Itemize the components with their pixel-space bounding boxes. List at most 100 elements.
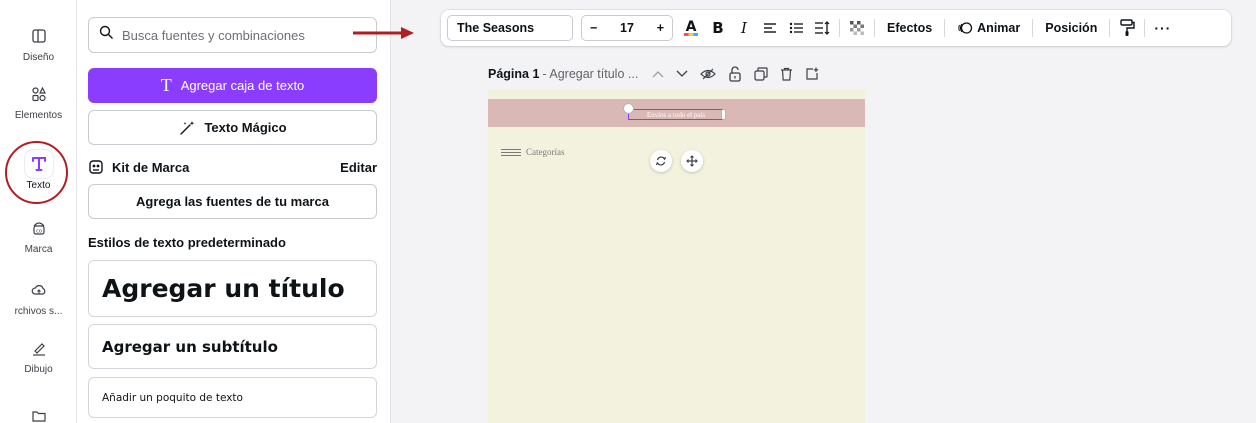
selected-text-element[interactable]: Envíos a todo el país bbox=[628, 109, 724, 120]
text-color-button[interactable]: A bbox=[677, 15, 705, 41]
effects-button[interactable]: Efectos bbox=[879, 15, 940, 41]
rail-item-archivos[interactable]: rchivos s... bbox=[0, 276, 77, 317]
chevron-up-icon[interactable] bbox=[652, 70, 664, 78]
text-color-icon: A bbox=[682, 18, 700, 38]
page-tools bbox=[652, 66, 819, 82]
folder-icon bbox=[25, 402, 53, 423]
add-body-text-card[interactable]: Añadir un poquito de texto bbox=[88, 377, 377, 418]
rail-item-dibujo[interactable]: Dibujo bbox=[0, 334, 77, 375]
copy-style-button[interactable] bbox=[1114, 15, 1140, 41]
rail-item-proyectos[interactable] bbox=[0, 402, 77, 423]
line-spacing-icon bbox=[814, 21, 830, 35]
bullet-list-icon bbox=[789, 22, 804, 34]
add-page-icon[interactable] bbox=[805, 67, 819, 81]
add-body-text-label: Añadir un poquito de texto bbox=[102, 391, 243, 404]
rotate-icon bbox=[655, 155, 667, 167]
transparency-button[interactable] bbox=[844, 15, 870, 41]
increase-size-button[interactable]: + bbox=[657, 21, 664, 35]
more-options-button[interactable]: ··· bbox=[1149, 15, 1176, 41]
font-family-dropdown[interactable]: The Seasons bbox=[447, 15, 573, 41]
magic-wand-icon bbox=[178, 120, 196, 136]
layout-icon bbox=[25, 22, 53, 50]
font-size-control: − 17 + bbox=[581, 15, 673, 41]
toolbar-divider bbox=[1032, 19, 1034, 37]
toolbar-divider bbox=[874, 19, 875, 37]
position-button[interactable]: Posición bbox=[1037, 15, 1105, 41]
brand-kit-icon bbox=[88, 159, 104, 175]
toolbar-divider bbox=[839, 19, 840, 37]
add-subheading-label: Agregar un subtítulo bbox=[102, 337, 278, 356]
shapes-icon bbox=[25, 80, 53, 108]
left-rail: Diseño Elementos Texto co Marca rchivos … bbox=[0, 0, 77, 423]
add-heading-card[interactable]: Agregar un título bbox=[88, 260, 377, 317]
page-title-input[interactable]: - Agregar título ... bbox=[542, 67, 638, 81]
default-styles-heading: Estilos de texto predeterminado bbox=[88, 235, 286, 250]
canva-editor: Diseño Elementos Texto co Marca rchivos … bbox=[0, 0, 1256, 423]
svg-text:co: co bbox=[36, 229, 42, 235]
selected-text: Envíos a todo el país bbox=[646, 110, 706, 119]
draw-icon bbox=[25, 334, 53, 362]
category-menu[interactable]: Categorías bbox=[501, 147, 565, 157]
search-icon bbox=[99, 25, 114, 45]
italic-button[interactable]: I bbox=[731, 15, 757, 41]
canvas-top-strip bbox=[488, 89, 865, 99]
italic-icon: I bbox=[741, 19, 747, 37]
list-button[interactable] bbox=[783, 15, 809, 41]
brand-kit-row: Kit de Marca Editar bbox=[88, 157, 377, 177]
add-brand-fonts-button[interactable]: Agrega las fuentes de tu marca bbox=[88, 184, 377, 219]
move-icon bbox=[686, 155, 698, 167]
toolbar-divider bbox=[944, 19, 946, 37]
chevron-down-icon[interactable] bbox=[676, 70, 688, 78]
rail-label: Elementos bbox=[14, 110, 63, 121]
resize-handle[interactable] bbox=[721, 109, 726, 120]
hide-page-icon[interactable] bbox=[700, 68, 717, 80]
rail-item-elementos[interactable]: Elementos bbox=[0, 80, 77, 121]
trash-icon[interactable] bbox=[780, 67, 793, 81]
search-input[interactable] bbox=[122, 27, 362, 43]
rail-label: Dibujo bbox=[24, 364, 53, 375]
spacing-button[interactable] bbox=[809, 15, 835, 41]
lock-icon[interactable] bbox=[728, 66, 742, 82]
rotate-button[interactable] bbox=[650, 150, 672, 172]
rail-label: Diseño bbox=[22, 52, 55, 63]
animate-button[interactable]: Animar bbox=[949, 15, 1028, 41]
font-size-value[interactable]: 17 bbox=[620, 21, 634, 35]
add-subheading-card[interactable]: Agregar un subtítulo bbox=[88, 324, 377, 369]
add-heading-label: Agregar un título bbox=[102, 274, 345, 303]
svg-text:A: A bbox=[686, 19, 697, 35]
search-box[interactable] bbox=[88, 17, 377, 53]
magic-text-label: Texto Mágico bbox=[204, 120, 287, 135]
rail-label: Marca bbox=[24, 244, 53, 255]
rail-item-texto[interactable]: Texto bbox=[0, 150, 77, 191]
rotate-handle[interactable] bbox=[623, 103, 634, 114]
category-label: Categorías bbox=[526, 147, 565, 157]
bold-button[interactable]: B bbox=[705, 15, 731, 41]
bold-icon: B bbox=[712, 19, 724, 37]
rail-label: rchivos s... bbox=[14, 306, 63, 317]
text-panel: T Agregar caja de texto Texto Mágico Kit… bbox=[77, 0, 391, 423]
rail-item-diseno[interactable]: Diseño bbox=[0, 22, 77, 63]
brand-icon: co bbox=[25, 214, 53, 242]
edit-brand-kit-link[interactable]: Editar bbox=[340, 160, 377, 175]
animate-icon bbox=[957, 20, 973, 36]
page-name: Página 1 bbox=[488, 67, 540, 81]
add-brand-fonts-label: Agrega las fuentes de tu marca bbox=[136, 194, 329, 209]
add-textbox-label: Agregar caja de texto bbox=[180, 78, 305, 93]
hamburger-icon bbox=[501, 148, 521, 156]
duplicate-page-icon[interactable] bbox=[754, 67, 768, 81]
design-canvas[interactable]: Envíos a todo el país Categorías bbox=[488, 89, 865, 423]
text-t-icon: T bbox=[160, 75, 172, 95]
move-button[interactable] bbox=[681, 150, 703, 172]
align-button[interactable] bbox=[757, 15, 783, 41]
rail-label: Texto bbox=[26, 180, 51, 191]
rail-item-marca[interactable]: co Marca bbox=[0, 214, 77, 255]
toolbar-divider bbox=[1109, 19, 1111, 37]
toolbar-divider bbox=[1144, 19, 1146, 37]
paint-roller-icon bbox=[1119, 19, 1136, 37]
animate-label: Animar bbox=[977, 21, 1021, 35]
magic-text-button[interactable]: Texto Mágico bbox=[88, 110, 377, 145]
transparency-icon bbox=[850, 21, 864, 35]
add-textbox-button[interactable]: T Agregar caja de texto bbox=[88, 68, 377, 103]
text-icon bbox=[24, 150, 53, 178]
decrease-size-button[interactable]: − bbox=[590, 21, 597, 35]
